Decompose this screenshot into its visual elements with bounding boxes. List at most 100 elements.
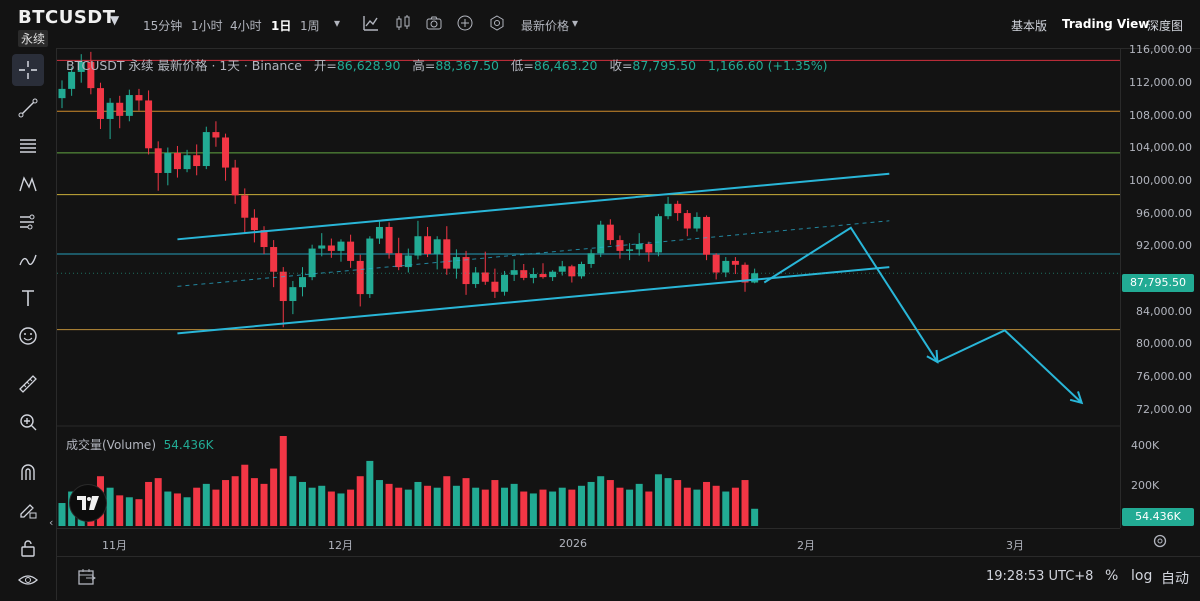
volume-bar [231,476,239,526]
tab-basic[interactable]: 基本版 [1011,17,1047,34]
emoji-icon [19,327,37,345]
volume-bar [751,508,759,526]
settings-icon[interactable] [488,14,506,32]
volume-bar [539,489,547,526]
tf-15m[interactable]: 15分钟 [143,17,182,34]
collapse-toolbar-icon[interactable]: ‹ [49,516,53,529]
clock-time[interactable]: 19:28:53 UTC+8 [986,569,1093,584]
pattern-tool[interactable] [12,168,44,200]
tab-tradingview[interactable]: Trading View [1062,17,1149,31]
axis-settings[interactable] [1152,533,1168,553]
contract-badge: 永续 [18,30,49,47]
candle-body [606,224,614,241]
symbol-dropdown-icon[interactable]: ▼ [110,13,119,27]
eye-icon [18,575,38,585]
lock-tool[interactable] [12,532,44,564]
time-axis[interactable]: 11月 12月 2026 2月 3月 [57,528,1120,557]
legend-title: BTCUSDT 永续 最新价格 · 1天 · Binance [66,58,302,73]
candle-body [414,236,422,256]
volume-bar [424,485,432,526]
time-tick: 3月 [1006,539,1024,552]
candle-body [587,253,595,264]
time-tick: 11月 [102,539,127,552]
price-tick: 92,000.00 [1136,239,1192,252]
candle-body [703,216,711,255]
crosshair-tool[interactable] [12,54,44,86]
legend-close-label: 收= [609,58,633,73]
candle-body [645,243,653,253]
volume-bar [693,489,701,526]
candle-body [472,272,480,285]
log-toggle[interactable]: log [1131,568,1152,584]
tf-more-icon[interactable]: ▾ [334,16,340,30]
candle-body [193,155,201,167]
volume-bar [183,497,191,526]
candle-body [318,245,326,249]
symbol-title[interactable]: BTCUSDT [18,7,116,28]
candle-body [654,216,662,253]
current-volume-tag: 54.436K [1122,508,1194,526]
volume-legend: 成交量(Volume) 54.436K [66,436,214,453]
volume-bar [722,491,730,526]
brush-tool[interactable] [12,244,44,276]
price-type-caret-icon[interactable]: ▾ [572,16,578,30]
text-icon [22,290,34,306]
legend-low-label: 低= [510,58,534,73]
visibility-tool[interactable] [12,564,44,596]
fib-icon [20,139,36,153]
candle-body [212,132,220,138]
camera-icon[interactable] [425,14,443,32]
emoji-tool[interactable] [12,320,44,352]
volume-bar [145,481,153,526]
volume-bar [116,495,124,526]
zoom-tool[interactable] [12,406,44,438]
tf-1d[interactable]: 1日 [271,17,291,34]
crosshair-icon [19,61,37,79]
ruler-tool[interactable] [12,368,44,400]
add-indicator-icon[interactable] [456,14,474,32]
candle-body [183,155,191,170]
time-tick: 2月 [797,539,815,552]
price-tick: 104,000.00 [1129,141,1192,154]
candle-body [452,257,460,269]
percent-toggle[interactable]: % [1105,568,1118,584]
volume-bar [683,487,691,526]
volume-bar [529,493,537,526]
volume-bar [395,487,403,526]
candle-body [558,266,566,272]
date-range-icon[interactable] [77,567,97,587]
magnet-tool[interactable] [12,456,44,488]
tf-4h[interactable]: 4小时 [230,17,262,34]
prediction-icon [20,214,35,230]
volume-bar [241,464,249,526]
volume-bar [164,491,172,526]
chart-pane[interactable] [57,48,1120,528]
fib-tool[interactable] [12,130,44,162]
tab-depth[interactable]: 深度图 [1147,17,1183,34]
price-type-select[interactable]: 最新价格 [521,17,569,34]
candle-body [481,272,489,282]
candle-body [270,247,278,272]
indicator-chart-icon[interactable] [362,14,380,32]
volume-bar [433,487,441,526]
price-chart[interactable] [57,48,1120,528]
candle-body [424,236,432,254]
auto-toggle[interactable]: 自动 [1161,568,1189,588]
trend-line-tool[interactable] [12,92,44,124]
prediction-tool[interactable] [12,206,44,238]
candle-body [462,257,470,285]
candle-body [289,287,297,302]
tf-1h[interactable]: 1小时 [191,17,223,34]
tf-1w[interactable]: 1周 [300,17,320,34]
volume-bar [414,481,422,526]
candle-body [241,195,249,218]
candle-body [375,226,383,239]
price-tick: 116,000.00 [1129,43,1192,56]
lock-draw-tool[interactable] [12,494,44,526]
text-tool[interactable] [12,282,44,314]
tradingview-logo[interactable] [69,484,107,522]
pattern-icon [19,176,37,192]
candle-type-icon[interactable] [394,14,412,32]
price-tick: 72,000.00 [1136,403,1192,416]
legend-close: 87,795.50 [632,58,697,73]
